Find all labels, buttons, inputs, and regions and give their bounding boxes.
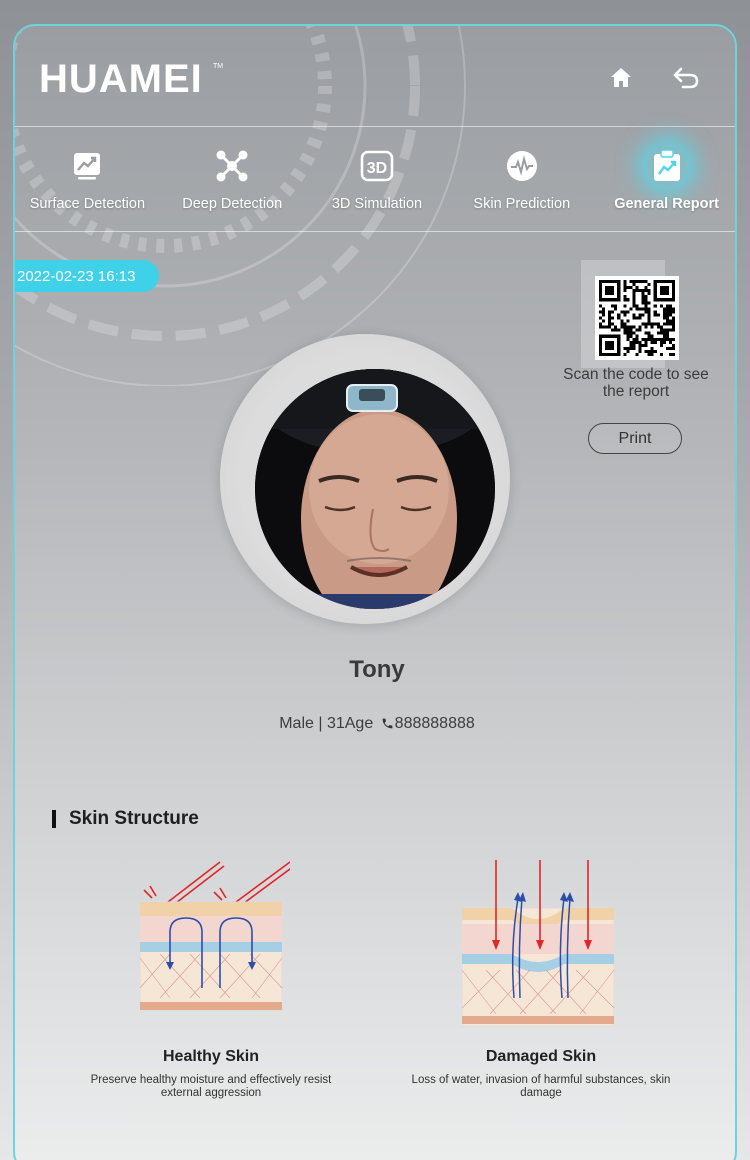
nav-label: 3D Simulation bbox=[331, 196, 423, 212]
qr-code[interactable] bbox=[595, 276, 679, 360]
patient-name: Tony bbox=[349, 656, 405, 683]
qr-code-icon bbox=[599, 280, 675, 356]
header-bar: HUAMEI TM bbox=[15, 26, 735, 126]
nav-general-report[interactable]: General Report bbox=[594, 138, 735, 230]
nav-surface-detection[interactable]: Surface Detection bbox=[15, 138, 160, 230]
chart-trend-icon bbox=[74, 153, 101, 180]
header-divider bbox=[15, 126, 735, 127]
section-marker bbox=[52, 810, 56, 828]
nav-divider bbox=[15, 231, 735, 232]
damaged-skin-title: Damaged Skin bbox=[485, 1048, 597, 1065]
home-button[interactable] bbox=[605, 62, 637, 94]
healthy-skin-illustration bbox=[140, 861, 290, 1011]
gender-age: Male | 31Age bbox=[279, 715, 374, 732]
svg-text:HUAMEI: HUAMEI bbox=[39, 57, 203, 100]
face-photo bbox=[255, 369, 495, 609]
nav-3d-simulation[interactable]: 3D 3D Simulation bbox=[305, 138, 450, 230]
qr-caption: Scan the code to see the report bbox=[563, 366, 709, 400]
damaged-skin-illustration bbox=[462, 860, 615, 1027]
molecule-icon bbox=[216, 150, 248, 182]
damaged-skin-description: Loss of water, invasion of harmful subst… bbox=[411, 1074, 671, 1099]
skin-structure-title: Skin Structure bbox=[69, 808, 199, 829]
print-button[interactable]: Print bbox=[588, 423, 682, 454]
report-clipboard-icon bbox=[653, 149, 680, 181]
svg-text:TM: TM bbox=[213, 63, 223, 70]
nav-skin-prediction[interactable]: Skin Prediction bbox=[449, 138, 594, 230]
nav-label: Skin Prediction bbox=[473, 196, 571, 212]
report-datetime-badge: 2022-02-23 16:13 bbox=[15, 260, 159, 292]
healthy-skin-description: Preserve healthy moisture and effectivel… bbox=[90, 1074, 332, 1099]
qr-code-panel bbox=[581, 260, 679, 368]
nav-label: Surface Detection bbox=[29, 196, 146, 212]
svg-text:3D: 3D bbox=[367, 160, 387, 177]
patient-details: Male | 31Age 888888888 bbox=[15, 715, 735, 735]
app-frame: HUAMEI TM Surface Detection Deep Detecti… bbox=[13, 24, 737, 1160]
back-button[interactable] bbox=[670, 62, 702, 94]
nav-label: General Report bbox=[614, 196, 719, 212]
main-nav: Surface Detection Deep Detection 3D 3D S… bbox=[15, 138, 735, 230]
nav-label: Deep Detection bbox=[182, 196, 283, 212]
huamei-logo: HUAMEI TM bbox=[39, 56, 229, 105]
healthy-skin-title: Healthy Skin bbox=[162, 1048, 260, 1065]
home-icon bbox=[611, 68, 631, 87]
back-arrow-icon bbox=[673, 67, 699, 89]
3d-icon: 3D bbox=[360, 150, 394, 182]
pulse-icon bbox=[506, 151, 537, 181]
nav-deep-detection[interactable]: Deep Detection bbox=[160, 138, 305, 230]
phone-icon bbox=[381, 717, 394, 735]
phone-number: 888888888 bbox=[394, 715, 475, 732]
